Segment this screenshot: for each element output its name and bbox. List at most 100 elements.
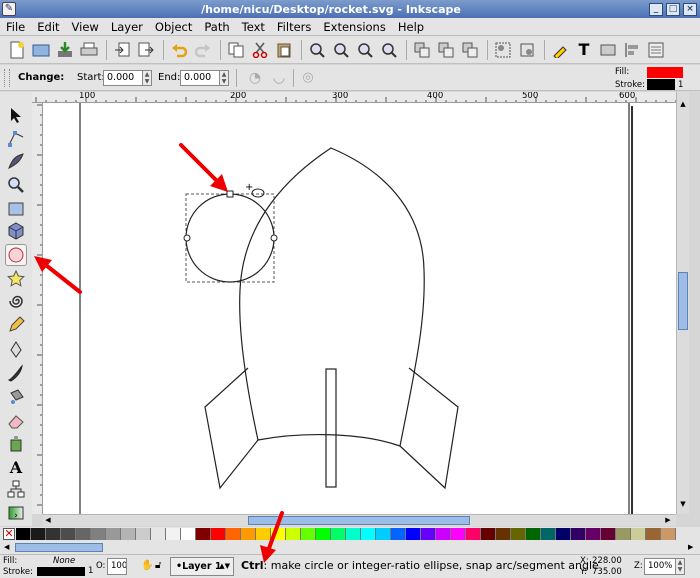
color-swatch[interactable]	[46, 528, 61, 540]
minimize-button[interactable]: _	[649, 2, 663, 16]
color-swatch[interactable]	[196, 528, 211, 540]
menu-layer[interactable]: Layer	[105, 20, 149, 34]
color-swatch[interactable]	[166, 528, 181, 540]
horizontal-ruler[interactable]: 100 200 300 400 500 600	[32, 92, 684, 103]
layer-visibility-icon[interactable]: ✋	[141, 560, 153, 571]
eraser-tool-icon[interactable]	[5, 410, 27, 432]
drawing-canvas[interactable]: +	[43, 103, 676, 514]
start-angle-input[interactable]: 0.000	[103, 70, 143, 86]
menu-view[interactable]: View	[66, 20, 105, 34]
unlink-clone-icon[interactable]	[459, 39, 481, 61]
color-swatch[interactable]	[661, 528, 676, 540]
open-icon[interactable]	[30, 39, 52, 61]
stroke-swatch[interactable]	[647, 79, 675, 90]
layer-dropdown[interactable]: •Layer 1 ▲▼	[170, 557, 234, 576]
color-swatch[interactable]	[556, 528, 571, 540]
closed-shape-icon[interactable]: ◔	[245, 69, 265, 87]
toolbar-handle[interactable]	[4, 69, 10, 87]
maximize-button[interactable]: □	[666, 2, 680, 16]
clone-icon[interactable]	[435, 39, 457, 61]
zoom-input[interactable]: 100%	[644, 558, 676, 575]
color-swatch[interactable]	[586, 528, 601, 540]
color-swatch[interactable]	[646, 528, 661, 540]
open-arc-icon[interactable]: ◡	[269, 69, 289, 87]
zoom-page-icon[interactable]	[354, 39, 376, 61]
text-tool-icon[interactable]: A	[5, 456, 27, 478]
color-swatch[interactable]	[391, 528, 406, 540]
menu-edit[interactable]: Edit	[31, 20, 65, 34]
color-swatch[interactable]	[61, 528, 76, 540]
scroll-up-icon[interactable]: ▲	[678, 100, 688, 110]
color-swatch[interactable]	[121, 528, 136, 540]
color-swatch[interactable]	[406, 528, 421, 540]
xml-editor-icon[interactable]	[597, 39, 619, 61]
color-swatch[interactable]	[631, 528, 646, 540]
zoom-page-width-icon[interactable]	[378, 39, 400, 61]
group-icon[interactable]	[492, 39, 514, 61]
status-fill-value[interactable]: None	[53, 556, 75, 566]
opacity-input[interactable]: 100	[107, 558, 127, 575]
color-swatch[interactable]	[451, 528, 466, 540]
pencil-tool-icon[interactable]	[5, 314, 27, 336]
copy-icon[interactable]	[225, 39, 247, 61]
color-swatch[interactable]	[376, 528, 391, 540]
end-angle-spinner[interactable]: ▲ ▼	[220, 70, 229, 86]
color-swatch[interactable]	[151, 528, 166, 540]
palette-scroll-left-icon[interactable]: ◀	[4, 543, 9, 551]
pen-tool-icon[interactable]	[5, 338, 27, 360]
status-stroke-swatch[interactable]	[37, 567, 85, 576]
color-swatch[interactable]	[421, 528, 436, 540]
layer-lock-icon[interactable]: 🔓︎	[155, 560, 161, 571]
color-swatch[interactable]	[136, 528, 151, 540]
zoom-selection-icon[interactable]	[306, 39, 328, 61]
scroll-right-icon[interactable]: ▶	[663, 516, 673, 526]
fill-swatch[interactable]	[647, 67, 683, 78]
color-swatch[interactable]	[16, 528, 31, 540]
menu-path[interactable]: Path	[198, 20, 235, 34]
calligraphy-tool-icon[interactable]	[5, 362, 27, 384]
fill-stroke-icon[interactable]	[549, 39, 571, 61]
color-swatch[interactable]	[91, 528, 106, 540]
close-button[interactable]: ×	[683, 2, 697, 16]
palette-scroll-right-icon[interactable]: ▶	[688, 543, 693, 551]
color-swatch[interactable]	[31, 528, 46, 540]
color-swatch[interactable]	[211, 528, 226, 540]
spray-tool-icon[interactable]	[5, 432, 27, 454]
color-swatch[interactable]	[571, 528, 586, 540]
new-document-icon[interactable]	[6, 39, 28, 61]
palette-scrollbar[interactable]: ◀ ▶	[0, 542, 700, 554]
color-swatch[interactable]	[331, 528, 346, 540]
node-tool-icon[interactable]	[5, 128, 27, 150]
ungroup-icon[interactable]	[516, 39, 538, 61]
more-tools-icon[interactable]: ›	[10, 510, 22, 522]
color-swatch[interactable]	[601, 528, 616, 540]
duplicate-icon[interactable]	[411, 39, 433, 61]
import-icon[interactable]	[111, 39, 133, 61]
color-swatch[interactable]	[181, 528, 196, 540]
save-icon[interactable]	[54, 39, 76, 61]
redo-icon[interactable]	[192, 39, 214, 61]
paste-icon[interactable]	[273, 39, 295, 61]
no-paint-swatch[interactable]: ✕	[3, 528, 15, 540]
color-swatch[interactable]	[226, 528, 241, 540]
zoom-spinner[interactable]: ▲ ▼	[676, 558, 685, 575]
vertical-scrollbar[interactable]: ▲ ▼	[676, 92, 689, 514]
undo-icon[interactable]	[168, 39, 190, 61]
color-swatch[interactable]	[346, 528, 361, 540]
zoom-drawing-icon[interactable]	[330, 39, 352, 61]
align-icon[interactable]	[621, 39, 643, 61]
app-icon[interactable]: ✎	[2, 2, 16, 16]
menu-file[interactable]: File	[0, 20, 31, 34]
tweak-tool-icon[interactable]	[5, 150, 27, 172]
vertical-scroll-thumb[interactable]	[678, 272, 688, 330]
text-font-icon[interactable]: T	[573, 39, 595, 61]
selector-tool-icon[interactable]	[5, 104, 27, 126]
color-swatch[interactable]	[301, 528, 316, 540]
color-swatch[interactable]	[76, 528, 91, 540]
menu-help[interactable]: Help	[392, 20, 430, 34]
color-swatch[interactable]	[316, 528, 331, 540]
color-swatch[interactable]	[361, 528, 376, 540]
color-swatch[interactable]	[466, 528, 481, 540]
color-swatch[interactable]	[436, 528, 451, 540]
connector-tool-icon[interactable]	[5, 478, 27, 500]
